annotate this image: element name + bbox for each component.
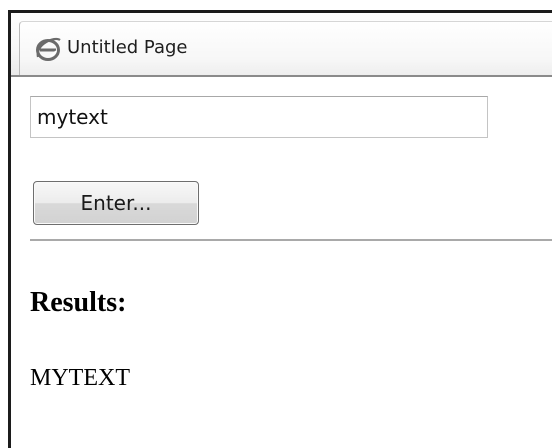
enter-button[interactable]: Enter... xyxy=(33,181,199,225)
horizontal-divider xyxy=(30,239,552,241)
internet-explorer-icon xyxy=(35,36,61,62)
tab-bar: Untitled Page xyxy=(11,13,552,77)
browser-tab[interactable]: Untitled Page xyxy=(19,21,552,75)
text-input[interactable] xyxy=(30,96,488,138)
results-value: MYTEXT xyxy=(30,365,130,391)
tab-title: Untitled Page xyxy=(67,37,188,58)
browser-window: Untitled Page Enter... Results: MYTEXT xyxy=(8,10,552,448)
results-heading: Results: xyxy=(30,287,127,318)
